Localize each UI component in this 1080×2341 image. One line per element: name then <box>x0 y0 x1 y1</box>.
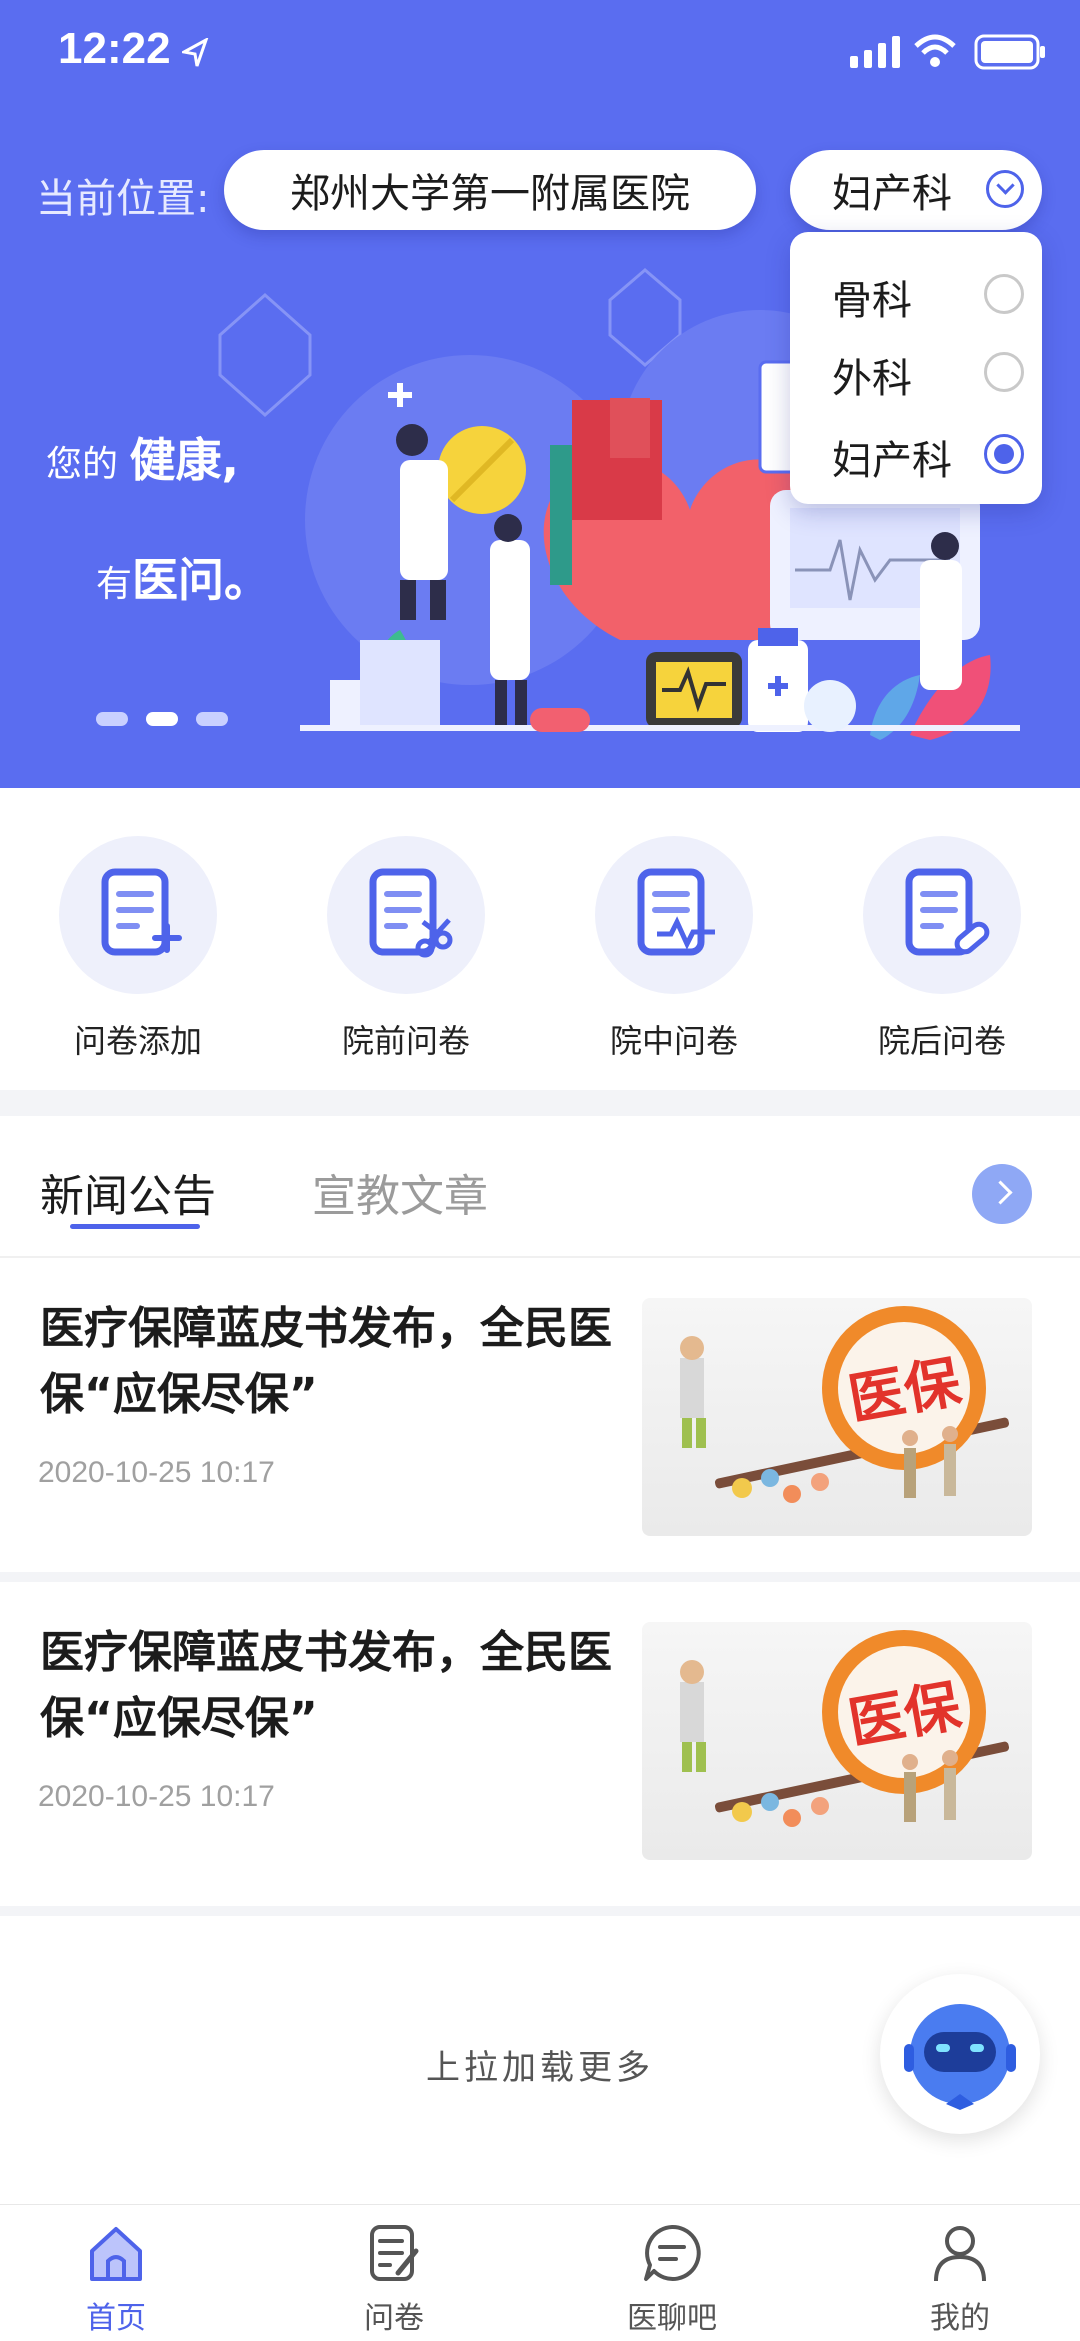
location-arrow-icon <box>182 38 209 67</box>
shortcut-add-questionnaire[interactable]: 问卷添加 <box>38 836 238 1062</box>
chevron-down-icon <box>986 170 1024 208</box>
signal-icon <box>850 36 900 68</box>
tab-news[interactable]: 新闻公告 <box>40 1160 216 1224</box>
article-title: 医疗保障蓝皮书发布，全民医保“应保尽保” <box>40 1303 612 1420</box>
tab-articles[interactable]: 宣教文章 <box>312 1160 488 1224</box>
article-date: 2020-10-25 10:17 <box>38 1780 275 1813</box>
tab-underline <box>70 1224 200 1229</box>
chevron-right-icon[interactable] <box>972 1164 1032 1224</box>
doc-scissors-icon <box>327 836 485 994</box>
shortcut-grid: 问卷添加 院前问卷 院中问卷 院后问卷 <box>0 788 1080 1090</box>
battery-icon <box>974 34 1045 70</box>
doc-add-icon <box>59 836 217 994</box>
carousel-dot[interactable] <box>196 712 228 726</box>
status-time: 12:22 <box>58 24 171 73</box>
banner-slogan-line2: 有医问。 <box>96 553 271 607</box>
tab-profile[interactable]: 我的 <box>880 2221 1040 2337</box>
doc-pill-icon <box>863 836 1021 994</box>
hospital-selector[interactable]: 郑州大学第一附属医院 <box>224 150 756 230</box>
tab-chat[interactable]: 医聊吧 <box>592 2221 752 2337</box>
department-value: 妇产科 <box>832 171 952 217</box>
article-thumbnail: 医保 <box>642 1622 1032 1860</box>
location-label: 当前位置: <box>36 176 210 222</box>
assistant-robot-button[interactable] <box>880 1974 1040 2134</box>
divider <box>0 1572 1080 1582</box>
news-list-item[interactable]: 医疗保障蓝皮书发布，全民医保“应保尽保” 2020-10-25 10:17 医保 <box>0 1582 1080 1906</box>
radio-orthopedics[interactable] <box>984 274 1024 314</box>
robot-icon <box>904 2004 1016 2110</box>
dropdown-option-obstetrics[interactable]: 妇产科 <box>832 428 952 486</box>
user-icon <box>934 2226 986 2282</box>
carousel-dot[interactable] <box>96 712 128 726</box>
department-dropdown: 骨科 外科 妇产科 <box>790 232 1042 504</box>
department-selector[interactable]: 妇产科 <box>790 150 1042 230</box>
chat-bubble-icon <box>644 2224 701 2281</box>
shortcut-in-hospital[interactable]: 院中问卷 <box>574 836 774 1062</box>
doc-pulse-icon <box>595 836 753 994</box>
article-date: 2020-10-25 10:17 <box>38 1456 275 1489</box>
edit-document-icon <box>370 2225 419 2281</box>
radio-surgery[interactable] <box>984 352 1024 392</box>
radio-obstetrics-selected[interactable] <box>984 434 1024 474</box>
carousel-dot-active[interactable] <box>146 712 178 726</box>
wifi-icon <box>914 34 956 67</box>
shortcut-pre-admission[interactable]: 院前问卷 <box>306 836 506 1062</box>
bottom-tab-bar: 首页 问卷 医聊吧 我的 <box>0 2204 1080 2341</box>
article-thumbnail: 医保 <box>642 1298 1032 1536</box>
tab-questionnaire[interactable]: 问卷 <box>314 2221 474 2337</box>
news-list-item[interactable]: 医疗保障蓝皮书发布，全民医保“应保尽保” 2020-10-25 10:17 医保 <box>0 1258 1080 1582</box>
home-icon <box>90 2227 142 2281</box>
banner-slogan-line1: 您的 健康, <box>46 433 239 487</box>
shortcut-post-discharge[interactable]: 院后问卷 <box>842 836 1042 1062</box>
carousel-indicator[interactable] <box>96 712 228 726</box>
dropdown-option-surgery[interactable]: 外科 <box>832 346 912 404</box>
dropdown-option-orthopedics[interactable]: 骨科 <box>832 268 912 326</box>
tab-home[interactable]: 首页 <box>36 2221 196 2337</box>
divider <box>0 1906 1080 1916</box>
article-title: 医疗保障蓝皮书发布，全民医保“应保尽保” <box>40 1627 612 1744</box>
